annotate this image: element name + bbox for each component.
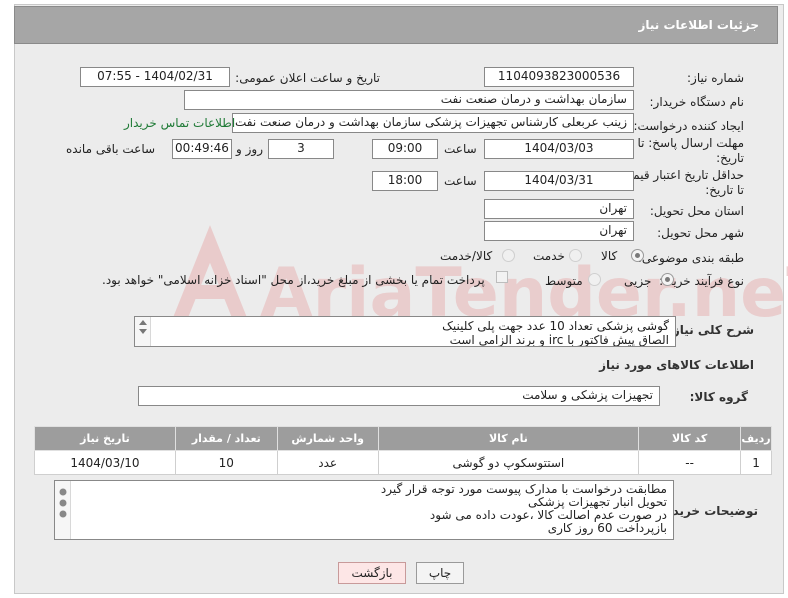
need-description-scrollbar[interactable] — [135, 317, 151, 346]
days-field: 3 — [268, 139, 334, 159]
requester-field: زینب عربعلی کارشناس تجهیزات پزشکی سازمان… — [232, 113, 634, 133]
category-radio-goods[interactable] — [631, 249, 644, 262]
need-description-line: الصاق پیش فاکتور با irc و برند الزامی اس… — [449, 333, 669, 347]
category-radio-service[interactable] — [569, 249, 582, 262]
send-deadline-label-line1: مهلت ارسال پاسخ: تا — [637, 136, 744, 150]
price-validity-time-label: ساعت — [444, 174, 477, 188]
price-validity-date-field: 1404/03/31 — [484, 171, 634, 191]
process-option-minor: جزیی — [624, 274, 652, 288]
table-row: 1 -- استتوسکوپ دو گوشی عدد 10 1404/03/10 — [34, 450, 772, 475]
need-description-line: گوشی پزشکی تعداد 10 عدد جهت پلی کلینیک — [442, 319, 669, 333]
col-row-number: ردیف — [740, 426, 772, 451]
category-option-goods-service: کالا/خدمت — [440, 249, 493, 263]
goods-table-header: ردیف کد کالا نام کالا واحد شمارش تعداد /… — [34, 426, 772, 451]
need-number-label: شماره نیاز: — [687, 71, 744, 85]
delivery-city-label: شهر محل تحویل: — [657, 226, 744, 240]
cell-goods-code: -- — [638, 450, 742, 475]
goods-table: ردیف کد کالا نام کالا واحد شمارش تعداد /… — [34, 426, 772, 475]
send-deadline-date-field: 1404/03/03 — [484, 139, 634, 159]
treasury-payment-checkbox[interactable] — [496, 271, 508, 283]
buyer-contact-link[interactable]: اطلاعات تماس خریدار — [124, 116, 235, 130]
days-label: روز و — [236, 142, 263, 156]
cell-need-date: 1404/03/10 — [34, 450, 176, 475]
delivery-province-field: تهران — [484, 199, 634, 219]
delivery-city-field: تهران — [484, 221, 634, 241]
buyer-notes-line: بازپرداخت 60 روز کاری — [547, 521, 667, 535]
announce-datetime-label: تاریخ و ساعت اعلان عمومی: — [235, 71, 380, 85]
page-header: جزئیات اطلاعات نیاز — [14, 6, 778, 44]
back-button[interactable]: بازگشت — [338, 562, 406, 584]
need-description-textarea[interactable]: گوشی پزشکی تعداد 10 عدد جهت پلی کلینیک ا… — [134, 316, 676, 347]
buyer-notes-textarea[interactable]: مطابقت درخواست با مدارک پیوست مورد توجه … — [54, 480, 674, 540]
col-goods-code: کد کالا — [638, 426, 742, 451]
goods-group-label: گروه کالا: — [689, 390, 748, 404]
buyer-org-field: سازمان بهداشت و درمان صنعت نفت — [184, 90, 634, 110]
remaining-time-field: 00:49:46 — [172, 139, 232, 159]
delivery-province-label: استان محل تحویل: — [649, 204, 744, 218]
category-radio-goods-service[interactable] — [502, 249, 515, 262]
buyer-notes-scrollbar[interactable] — [55, 481, 71, 539]
col-unit: واحد شمارش — [276, 426, 379, 451]
send-deadline-label-line2: تاریخ: — [716, 151, 744, 165]
need-number-field: 1104093823000536 — [484, 67, 634, 87]
remaining-time-label: ساعت باقی مانده — [66, 142, 156, 156]
send-deadline-time-field: 09:00 — [372, 139, 438, 159]
process-radio-medium[interactable] — [588, 273, 601, 286]
goods-info-heading: اطلاعات کالاهای مورد نیاز — [599, 358, 754, 372]
announce-datetime-field: 1404/02/31 - 07:55 — [80, 67, 230, 87]
process-option-medium: متوسط — [545, 274, 583, 288]
requester-label: ایجاد کننده درخواست: — [633, 119, 744, 133]
col-quantity: تعداد / مقدار — [174, 426, 278, 451]
category-option-goods: کالا — [601, 249, 618, 263]
print-button[interactable]: چاپ — [416, 562, 464, 584]
treasury-payment-note: پرداخت تمام یا بخشی از مبلغ خرید،از محل … — [102, 273, 485, 287]
scroll-dots-icon — [59, 488, 67, 518]
price-validity-label-line1: حداقل تاریخ اعتبار قیمت: — [617, 168, 744, 182]
price-validity-label-line2: تا تاریخ: — [705, 183, 744, 197]
price-validity-time-field: 18:00 — [372, 171, 438, 191]
page-title: جزئیات اطلاعات نیاز — [638, 18, 759, 32]
goods-group-field: تجهیزات پزشکی و سلامت — [138, 386, 660, 406]
cell-quantity: 10 — [174, 450, 278, 475]
cell-unit: عدد — [276, 450, 379, 475]
col-goods-name: نام کالا — [377, 426, 640, 451]
send-deadline-time-label: ساعت — [444, 142, 477, 156]
cell-row-number: 1 — [740, 450, 772, 475]
process-radio-minor[interactable] — [661, 273, 674, 286]
category-option-service: خدمت — [533, 249, 565, 263]
cell-goods-name: استتوسکوپ دو گوشی — [377, 450, 640, 475]
scroll-arrows-icon — [139, 320, 147, 334]
need-description-label: شرح کلی نیاز: — [668, 323, 754, 337]
buyer-org-label: نام دستگاه خریدار: — [649, 95, 745, 109]
category-label: طبقه بندی موضوعی: — [637, 251, 744, 265]
col-need-date: تاریخ نیاز — [34, 426, 176, 451]
